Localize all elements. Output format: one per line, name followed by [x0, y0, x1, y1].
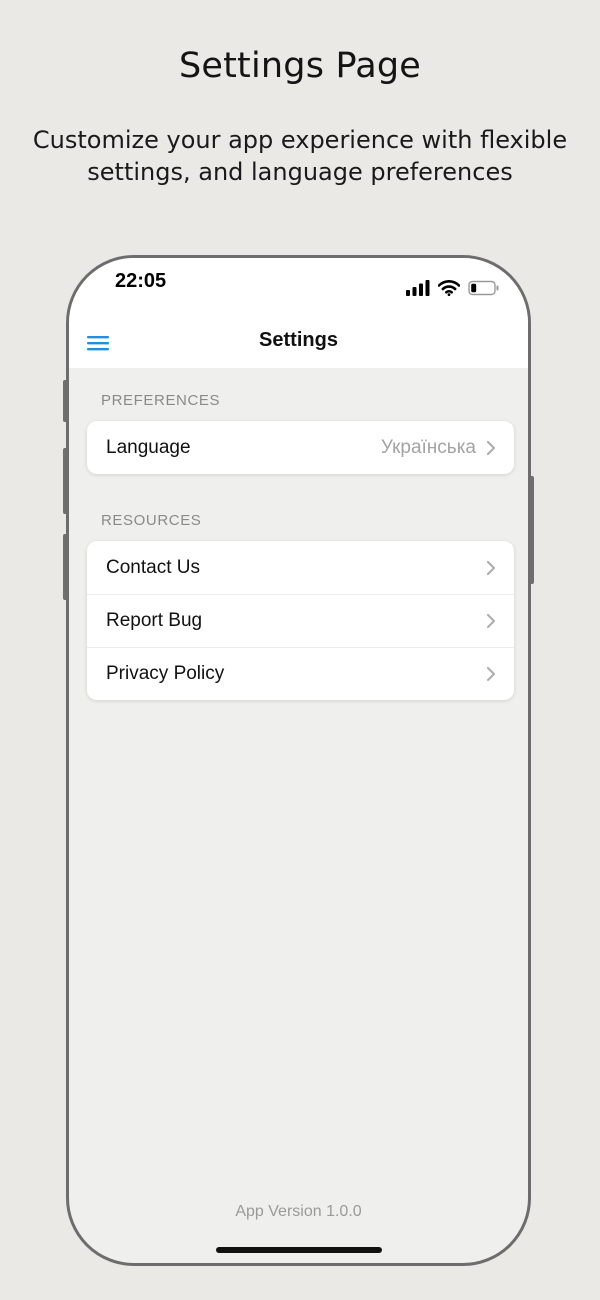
top-bar: 22:05 Settings — [69, 258, 528, 368]
section-header-resources: RESOURCES — [101, 512, 202, 529]
phone-frame: 22:05 Settings PREFERENCES Language Укра… — [66, 255, 531, 1266]
settings-row-contact-us[interactable]: Contact Us — [87, 541, 514, 594]
row-label: Privacy Policy — [106, 663, 225, 684]
wifi-icon — [438, 280, 460, 296]
app-version-label: App Version 1.0.0 — [235, 1203, 362, 1220]
home-indicator[interactable] — [216, 1247, 382, 1253]
chevron-right-icon — [486, 613, 496, 629]
battery-icon — [468, 280, 499, 296]
settings-row-report-bug[interactable]: Report Bug — [87, 594, 514, 647]
chevron-right-icon — [486, 560, 496, 575]
row-label: Contact Us — [106, 556, 200, 578]
settings-row-language[interactable]: Language Українська — [87, 421, 514, 474]
chevron-right-icon — [486, 666, 496, 682]
nav-title: Settings — [259, 329, 338, 351]
language-value: Українська — [380, 436, 476, 458]
status-icons — [406, 280, 500, 296]
settings-row-privacy-policy[interactable]: Privacy Policy — [87, 647, 514, 700]
page-title: Settings Page — [178, 46, 421, 86]
resources-card: Contact Us Report Bug Privacy Policy — [87, 541, 514, 700]
section-header-preferences: PREFERENCES — [101, 392, 221, 409]
page-subtitle: Customize your app experience with flexi… — [32, 126, 568, 186]
row-label: Language — [106, 436, 191, 458]
cellular-signal-icon — [406, 280, 430, 296]
chevron-right-icon — [486, 440, 496, 455]
preferences-card: Language Українська — [87, 421, 514, 474]
status-time: 22:05 — [115, 270, 167, 292]
row-label: Report Bug — [106, 610, 203, 631]
